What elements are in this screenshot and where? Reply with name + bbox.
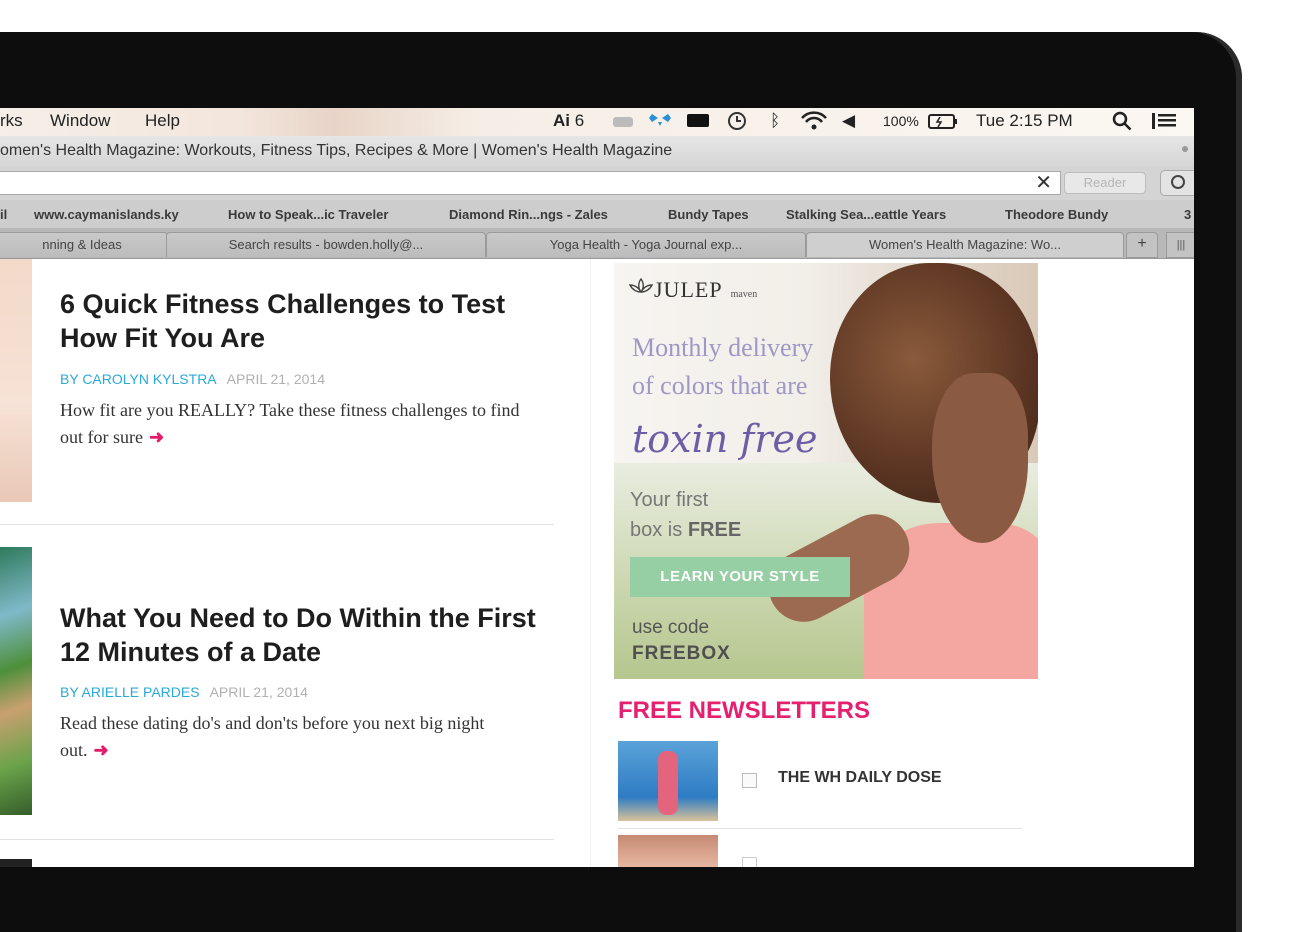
ad-offer-free: FREE	[687, 519, 742, 541]
article-author[interactable]: BY ARIELLE PARDES	[60, 684, 200, 700]
newsletter-separator	[618, 828, 1022, 829]
ad-brand: JULEP	[654, 277, 723, 302]
newsletter-label[interactable]: THE WH DAILY DOSE	[778, 769, 942, 787]
bookmark-item[interactable]: il	[0, 207, 7, 222]
bookmark-item[interactable]: Diamond Rin...ngs - Zales	[449, 207, 608, 222]
ad-offer2: box is	[630, 519, 688, 541]
newsletters-heading: FREE NEWSLETTERS	[618, 697, 871, 724]
clear-address-icon[interactable]: ✕	[1035, 172, 1052, 194]
notification-center-icon[interactable]	[1150, 112, 1178, 135]
ad-model-face	[932, 373, 1028, 543]
tab-overflow-button[interactable]: |||	[1166, 232, 1194, 258]
lotus-icon	[628, 277, 654, 294]
ad-offer1: Your first	[630, 489, 709, 511]
article-dek: How fit are you REALLY? Take these fitne…	[60, 397, 530, 451]
ad-offer: Your first box is FREE	[630, 485, 741, 545]
article-title[interactable]: What You Need to Do Within the First 12 …	[60, 601, 560, 669]
article-byline: BY ARIELLE PARDES APRIL 21, 2014	[60, 684, 308, 700]
newsletter-thumbnail	[618, 835, 718, 867]
tab-search-results[interactable]: Search results - bowden.holly@...	[166, 232, 486, 257]
tab-yoga-health[interactable]: Yoga Health - Yoga Journal exp...	[486, 232, 806, 257]
julep-ad[interactable]: JULEP maven Monthly delivery of colors th…	[614, 263, 1038, 679]
article-thumbnail[interactable]	[0, 859, 32, 867]
ad-code: use code FREEBOX	[632, 615, 731, 667]
menu-bar: rks Window Help Ai 6 ᛒ ◀ 100% Tue 2:15 P…	[0, 108, 1194, 136]
learn-your-style-button[interactable]: LEARN YOUR STYLE	[630, 557, 850, 597]
ad-headline: Monthly delivery of colors that are	[632, 329, 813, 405]
article-dek: Read these dating do's and don'ts before…	[60, 710, 530, 764]
ad-line1: Monthly delivery	[632, 333, 814, 362]
screen: rks Window Help Ai 6 ᛒ ◀ 100% Tue 2:15 P…	[0, 108, 1194, 867]
box-icon[interactable]	[612, 114, 634, 134]
ad-line2: of colors that are	[632, 371, 808, 400]
menu-window[interactable]: Window	[50, 111, 110, 131]
volume-icon[interactable]: ◀	[842, 111, 855, 131]
page-content: 6 Quick Fitness Challenges to Test How F…	[0, 259, 1194, 867]
newsletter-checkbox[interactable]	[742, 773, 757, 788]
address-field[interactable]: ✕	[0, 171, 1061, 195]
downloads-button[interactable]	[1160, 170, 1194, 196]
article-separator	[0, 839, 554, 840]
menu-bookmarks[interactable]: rks	[0, 111, 23, 131]
article-title[interactable]: 6 Quick Fitness Challenges to Test How F…	[60, 287, 560, 355]
dropbox-icon[interactable]	[648, 110, 672, 135]
menu-help[interactable]: Help	[145, 111, 180, 131]
newsletter-checkbox[interactable]	[742, 857, 757, 867]
ad-brand-small: maven	[730, 289, 758, 300]
toolbar: ✕ Reader	[0, 166, 1194, 200]
ad-code-label: use code	[632, 617, 710, 638]
bookmark-item[interactable]: How to Speak...ic Traveler	[228, 207, 388, 222]
time-machine-icon[interactable]	[726, 111, 748, 136]
window-title: omen's Health Magazine: Workouts, Fitnes…	[0, 142, 673, 159]
article-dek-text: How fit are you REALLY? Take these fitne…	[60, 400, 520, 447]
column-divider	[590, 259, 591, 867]
ad-code-value: FREEBOX	[632, 643, 731, 664]
article-author[interactable]: BY CAROLYN KYLSTRA	[60, 371, 217, 387]
display-icon[interactable]	[686, 113, 710, 134]
article-dek-text: Read these dating do's and don'ts before…	[60, 713, 485, 760]
article-separator	[0, 524, 554, 525]
read-more-arrow-icon[interactable]: ➜	[94, 740, 109, 760]
article-byline: BY CAROLYN KYLSTRA APRIL 21, 2014	[60, 371, 325, 387]
wifi-icon[interactable]	[800, 109, 828, 136]
bookmark-item[interactable]: www.caymanislands.ky	[34, 207, 179, 222]
article-date: APRIL 21, 2014	[209, 684, 308, 700]
bookmark-item[interactable]: 3	[1184, 207, 1191, 222]
article-thumbnail[interactable]	[0, 547, 32, 815]
battery-icon[interactable]	[928, 114, 958, 135]
bookmarks-bar: il www.caymanislands.ky How to Speak...i…	[0, 200, 1194, 228]
window-title-bar: omen's Health Magazine: Workouts, Fitnes…	[0, 136, 1194, 166]
tab-bar: nning & Ideas Search results - bowden.ho…	[0, 228, 1194, 259]
read-more-arrow-icon[interactable]: ➜	[149, 427, 164, 447]
newsletter-thumbnail	[618, 741, 718, 821]
new-tab-button[interactable]: +	[1126, 232, 1158, 258]
adobe-icon[interactable]: Ai 6	[553, 111, 584, 131]
bluetooth-icon[interactable]: ᛒ	[770, 111, 780, 131]
battery-percent: 100%	[883, 113, 919, 129]
bookmark-item[interactable]: Theodore Bundy	[1005, 207, 1108, 222]
clock[interactable]: Tue 2:15 PM	[976, 111, 1073, 131]
window-resize-dot[interactable]	[1182, 146, 1188, 152]
bookmark-item[interactable]: Bundy Tapes	[668, 207, 749, 222]
ad-script: toxin free	[632, 417, 818, 461]
tab-nning-ideas[interactable]: nning & Ideas	[0, 232, 168, 257]
spotlight-icon[interactable]	[1112, 111, 1132, 136]
bookmark-item[interactable]: Stalking Sea...eattle Years	[786, 207, 946, 222]
adobe-count: 6	[574, 111, 585, 130]
ad-logo: JULEP maven	[628, 277, 757, 303]
tab-womens-health[interactable]: Women's Health Magazine: Wo...	[806, 232, 1124, 257]
downloads-icon	[1171, 175, 1185, 189]
reader-button[interactable]: Reader	[1064, 172, 1146, 194]
article-thumbnail[interactable]	[0, 259, 32, 502]
article-date: APRIL 21, 2014	[226, 371, 325, 387]
